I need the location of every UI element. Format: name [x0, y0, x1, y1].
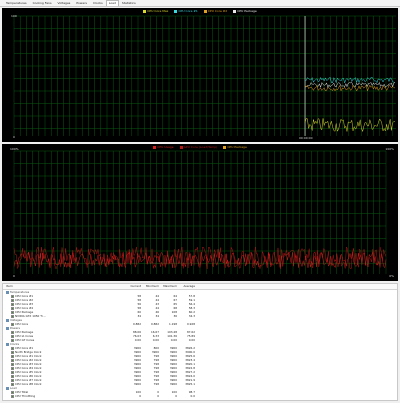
legend-swatch — [179, 145, 183, 149]
legend-label: CPU Usage — [157, 145, 174, 149]
sensor-maximum-cell: 0 — [175, 394, 177, 398]
x-axis-time-label: 00:00:00 — [299, 136, 313, 140]
legend-label: GPU Core (Load/Temp) — [183, 145, 218, 149]
temperature-graph-canvas — [13, 15, 396, 136]
sensor-maximum-cell: 0.00 — [170, 338, 177, 342]
sensor-average-cell: 3825.1 — [185, 382, 195, 386]
header-current[interactable]: Current — [123, 284, 141, 289]
legend-item[interactable]: GPU Core (Load/Temp) — [179, 145, 218, 149]
tab-cooling-fans[interactable]: Cooling Fans — [30, 0, 55, 6]
legend-swatch — [203, 9, 207, 13]
y-axis-bottom-label: 0 — [13, 135, 15, 139]
load-graph-canvas — [13, 150, 387, 274]
sensor-current-cell: 3900 — [133, 382, 141, 386]
sensor-average-cell: 0.0 — [190, 394, 195, 398]
sensor-average-cell: 0.00 — [188, 338, 195, 342]
temperature-graph-legend: CPU Core Max CPU Core #1 CPU Core #2 CPU… — [2, 9, 398, 13]
legend-label: CPU Core Max — [147, 9, 169, 13]
temperature-graph: CPU Core Max CPU Core #1 CPU Core #2 CPU… — [2, 8, 398, 142]
legend-swatch — [143, 9, 147, 13]
tab-load[interactable]: Load — [105, 0, 119, 6]
sensor-checkbox[interactable] — [11, 394, 14, 398]
load-graph: CPU Usage GPU Core (Load/Temp) CPU Packa… — [2, 144, 398, 281]
sensor-table: Item Current Minimum Maximum Average Tem… — [2, 283, 398, 401]
y-axis-right-bottom-label: 0% — [389, 274, 394, 278]
sensor-name: CPU Throttling — [15, 394, 36, 398]
sensor-maximum-cell: 1.198 — [168, 322, 177, 326]
sensor-current-cell: 0.882 — [132, 322, 141, 326]
sensor-current-cell: 0.00 — [134, 338, 141, 342]
load-graph-legend: CPU Usage GPU Core (Load/Temp) CPU Packa… — [2, 145, 398, 149]
sensor-maximum-cell: 36 — [173, 314, 177, 318]
legend-label: CPU Package — [227, 145, 247, 149]
y-axis-top-label: 100 — [11, 14, 17, 18]
y-axis-top-label: 100% — [10, 147, 19, 151]
legend-label: CPU Core #2 — [207, 9, 228, 13]
y-axis-right-top-label: 100% — [385, 147, 394, 151]
tab-statistics[interactable]: Statistics — [119, 0, 139, 6]
tab-temperatures[interactable]: Temperatures — [3, 0, 30, 6]
sensor-maximum-cell: 3900 — [169, 382, 177, 386]
series-line-cpu-core-max — [304, 117, 396, 133]
header-average[interactable]: Average — [177, 284, 196, 289]
tab-powers[interactable]: Powers — [73, 0, 90, 6]
sensor-name-cell: CPU Throttling — [3, 394, 123, 398]
tab-voltages[interactable]: Voltages — [55, 0, 74, 6]
legend-label: CPU Core #1 — [178, 9, 198, 13]
sensor-average-cell: 34.3 — [188, 314, 195, 318]
sensor-minimum-cell: 34 — [155, 314, 159, 318]
tab-bar: Temperatures Cooling Fans Voltages Power… — [0, 0, 400, 7]
header-item[interactable]: Item — [3, 284, 123, 289]
series-line-cpu-core-1 — [304, 76, 396, 84]
header-minimum[interactable]: Minimum — [141, 284, 159, 289]
table-body: Temperatures CPU Core #1 58 44 64 57.8 CPU Cor… — [3, 290, 397, 398]
legend-item[interactable]: CPU Package — [233, 9, 257, 13]
sensor-minimum-cell: 0.882 — [150, 322, 159, 326]
sensor-current-cell: 0 — [139, 394, 141, 398]
sensor-minimum-cell: 0.00 — [152, 338, 159, 342]
legend-swatch — [233, 9, 237, 13]
legend-item[interactable]: CPU Core Max — [143, 9, 168, 13]
legend-item[interactable]: CPU Core #1 — [174, 9, 198, 13]
tab-clocks[interactable]: Clocks — [90, 0, 106, 6]
legend-swatch — [153, 145, 157, 149]
legend-label: CPU Package — [237, 9, 257, 13]
sensor-minimum-cell: 798 — [153, 382, 159, 386]
y-axis-bottom-label: 0 — [13, 274, 15, 278]
series-line-cpu-package — [304, 81, 396, 89]
header-maximum[interactable]: Maximum — [159, 284, 177, 289]
legend-item[interactable]: CPU Core #2 — [203, 9, 228, 13]
sensor-average-cell: 0.928 — [186, 322, 195, 326]
legend-item[interactable]: CPU Package — [223, 145, 247, 149]
legend-swatch — [223, 145, 227, 149]
sensor-minimum-cell: 0 — [157, 394, 159, 398]
table-row[interactable]: CPU Throttling 0 0 0 0.0 — [3, 394, 397, 398]
legend-swatch — [174, 9, 178, 13]
legend-item[interactable]: CPU Usage — [153, 145, 174, 149]
sensor-current-cell: 34 — [137, 314, 141, 318]
